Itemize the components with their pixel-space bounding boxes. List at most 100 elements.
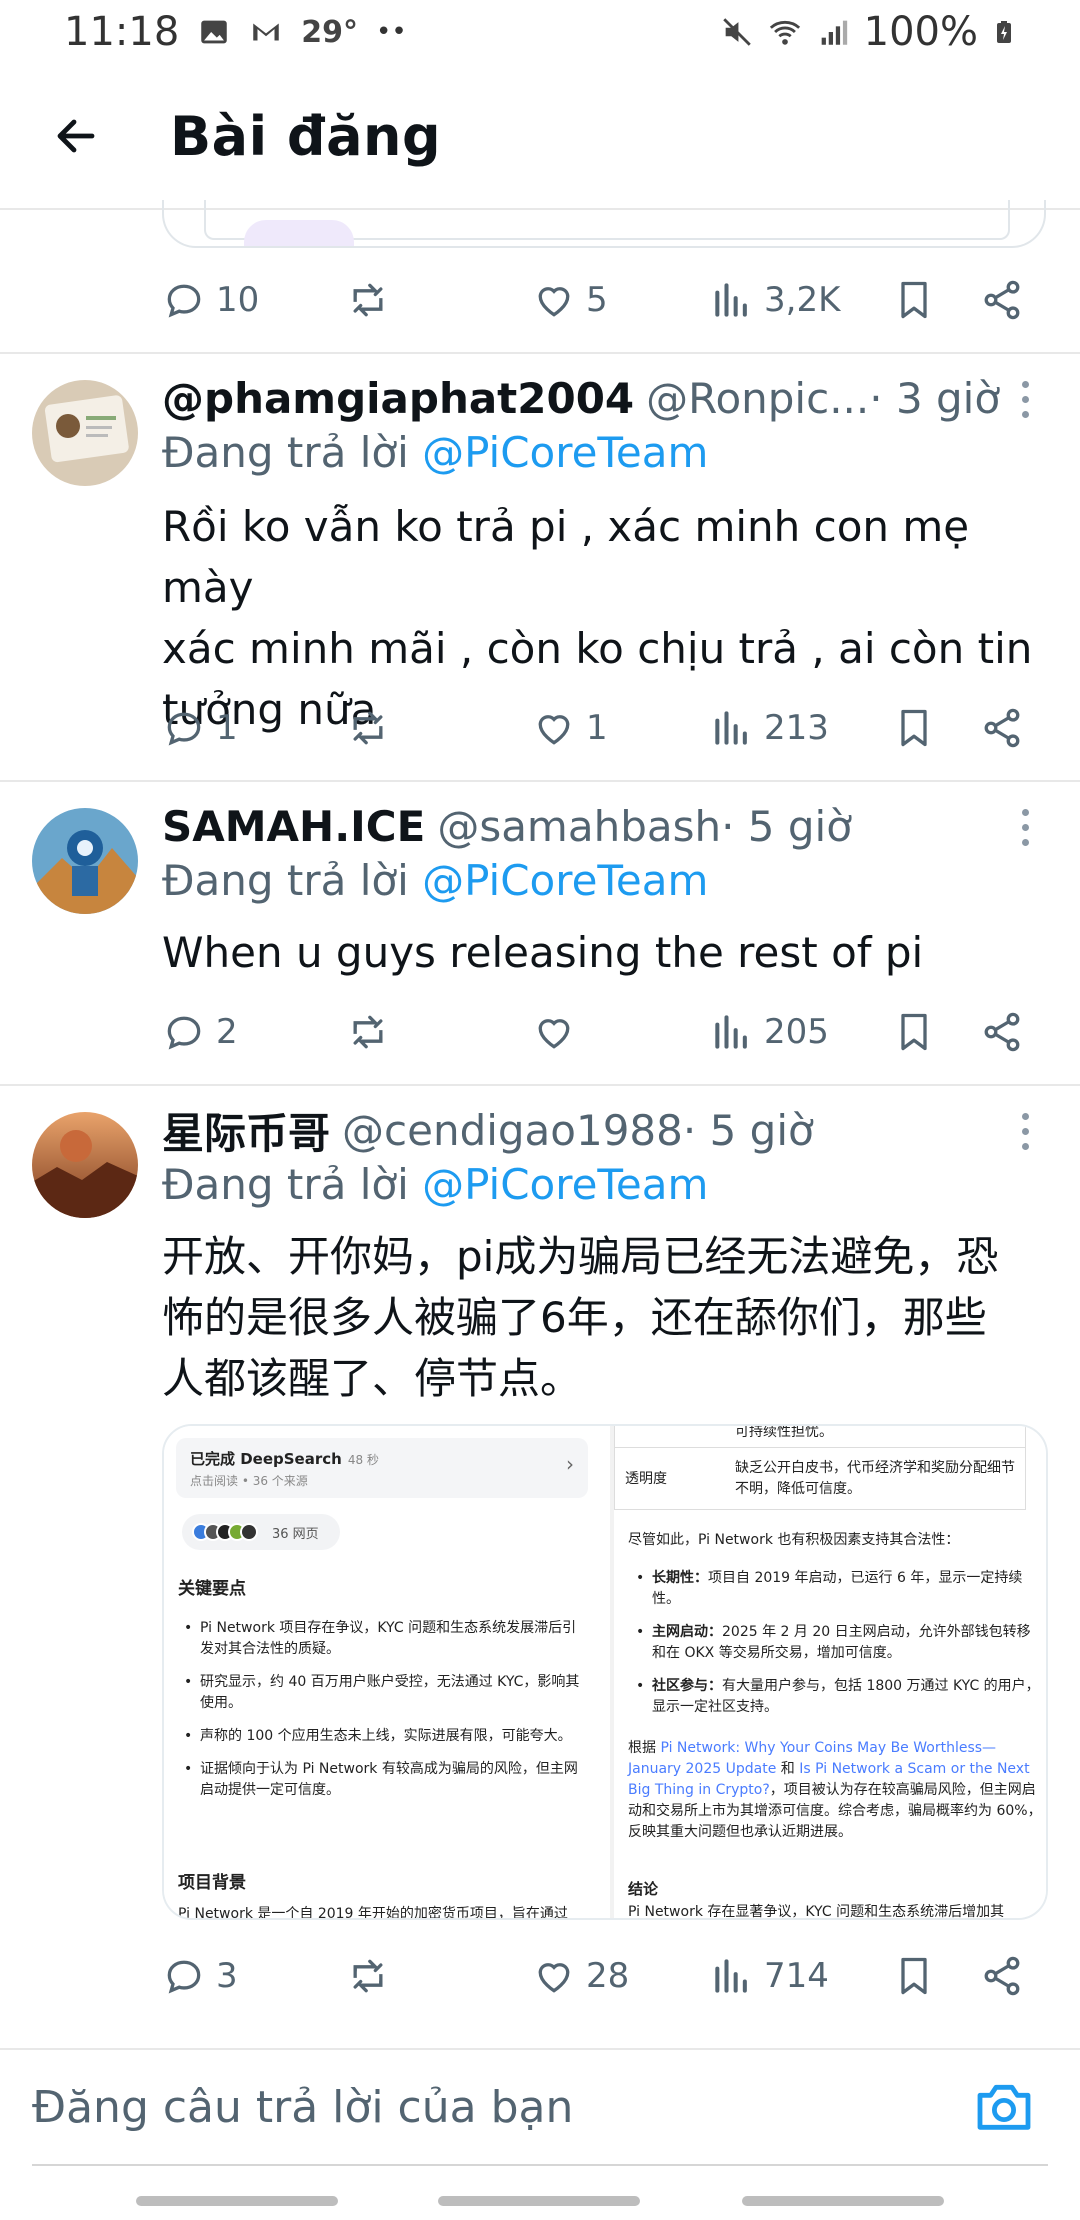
share-button[interactable] bbox=[980, 1010, 1024, 1054]
retweet-button[interactable] bbox=[346, 1954, 390, 1998]
reply-button[interactable]: 3 bbox=[162, 1954, 238, 1998]
share-button[interactable] bbox=[980, 278, 1024, 322]
paragraph-text: 和 bbox=[776, 1761, 800, 1777]
signal-icon bbox=[821, 20, 847, 45]
back-button[interactable] bbox=[36, 96, 116, 176]
divider bbox=[0, 780, 1080, 782]
status-more-dots: •• bbox=[376, 17, 407, 47]
status-time: 11:18 bbox=[64, 9, 180, 55]
like-count: 1 bbox=[586, 708, 608, 748]
bookmark-button[interactable] bbox=[892, 278, 936, 322]
tweet-text-line: 开放、开你妈，pi成为骗局已经无法避免，恐 bbox=[162, 1232, 999, 1281]
list-item-bold: 长期性： bbox=[652, 1570, 708, 1586]
bar-chart-icon bbox=[715, 1015, 747, 1049]
reply-composer: Đăng câu trả lời của bạn bbox=[0, 2048, 1080, 2166]
tweet-text-line: When u guys releasing the rest of pi bbox=[162, 928, 924, 977]
tweet-text-line: 怖的是很多人被骗了6年，还在舔你们，那些 bbox=[162, 1293, 987, 1342]
list-item-bold: 主网启动： bbox=[652, 1624, 722, 1640]
source-dot bbox=[240, 1523, 258, 1541]
camera-button[interactable] bbox=[972, 2074, 1036, 2138]
paragraph: 根据 Pi Network: Why Your Coins May Be Wor… bbox=[628, 1738, 1042, 1843]
tweet-text: When u guys releasing the rest of pi bbox=[162, 922, 1052, 983]
author-name[interactable]: SAMAH.ICE bbox=[162, 802, 425, 851]
previous-tweet-media[interactable] bbox=[162, 200, 1046, 248]
positives-list: 长期性：项目自 2019 年启动，已运行 6 年，显示一定持续性。 主网启动：2… bbox=[628, 1568, 1042, 1730]
more-options-button[interactable] bbox=[1010, 802, 1040, 852]
share-icon bbox=[984, 280, 1020, 320]
share-icon bbox=[984, 1956, 1020, 1996]
reply-icon bbox=[167, 712, 201, 746]
reply-input[interactable]: Đăng câu trả lời của bạn bbox=[32, 2050, 932, 2164]
status-battery-percent: 100% bbox=[863, 9, 978, 55]
retweet-icon bbox=[353, 283, 383, 317]
like-button[interactable] bbox=[532, 1010, 586, 1054]
view-count: 205 bbox=[764, 1012, 829, 1052]
reply-button[interactable]: 2 bbox=[162, 1010, 238, 1054]
author-name[interactable]: 星际币哥 bbox=[162, 1100, 330, 1160]
tweet-time: · 5 giờ bbox=[721, 801, 852, 851]
like-button[interactable]: 28 bbox=[532, 1954, 629, 1998]
chevron-right-icon: › bbox=[566, 1452, 574, 1476]
like-button[interactable]: 5 bbox=[532, 278, 608, 322]
more-options-button[interactable] bbox=[1010, 374, 1040, 424]
camera-icon bbox=[977, 2084, 1031, 2130]
more-options-button[interactable] bbox=[1010, 1106, 1040, 1156]
deepsearch-time: 48 秒 bbox=[347, 1453, 379, 1467]
bar-chart-icon bbox=[715, 711, 747, 745]
mention-link[interactable]: @PiCoreTeam bbox=[422, 856, 708, 905]
list-item-text: 项目自 2019 年启动，已运行 6 年，显示一定持续性。 bbox=[652, 1570, 1023, 1607]
arrow-left-icon bbox=[57, 119, 95, 153]
avatar[interactable] bbox=[32, 380, 138, 486]
battery-charging-icon bbox=[997, 21, 1011, 43]
share-button[interactable] bbox=[980, 706, 1024, 750]
avatar[interactable] bbox=[32, 1112, 138, 1218]
views-button[interactable]: 213 bbox=[710, 706, 829, 750]
author-handle[interactable]: @samahbash bbox=[437, 802, 721, 851]
media-image-left[interactable]: 已完成 DeepSearch 48 秒 点击阅读 • 36 个来源 › 36 网页… bbox=[164, 1426, 600, 1918]
retweet-icon bbox=[353, 1959, 383, 1993]
deepsearch-card: 已完成 DeepSearch 48 秒 点击阅读 • 36 个来源 › bbox=[176, 1438, 588, 1498]
like-button[interactable]: 1 bbox=[532, 706, 608, 750]
status-bar: 11:18 29° •• 100% bbox=[0, 0, 1080, 64]
bookmark-button[interactable] bbox=[892, 1954, 936, 1998]
retweet-button[interactable] bbox=[346, 278, 390, 322]
nav-home-button[interactable] bbox=[438, 2196, 640, 2206]
bookmark-button[interactable] bbox=[892, 706, 936, 750]
author-handle[interactable]: @Ronpic... bbox=[646, 374, 869, 423]
nav-back-button[interactable] bbox=[742, 2196, 944, 2206]
heart-icon bbox=[538, 1019, 570, 1049]
mention-link[interactable]: @PiCoreTeam bbox=[422, 1160, 708, 1209]
views-button[interactable]: 3,2K bbox=[710, 278, 840, 322]
list-item: 证据倾向于认为 Pi Network 有较高成为骗局的风险，但主网启动提供一定可… bbox=[178, 1759, 590, 1801]
list-item: 长期性：项目自 2019 年启动，已运行 6 年，显示一定持续性。 bbox=[628, 1568, 1042, 1610]
list-item: 声称的 100 个应用生态未上线，实际进展有限，可能夸大。 bbox=[178, 1726, 590, 1747]
views-button[interactable]: 714 bbox=[710, 1954, 829, 1998]
nav-recents-button[interactable] bbox=[136, 2196, 338, 2206]
section-heading: 结论 bbox=[628, 1880, 659, 1898]
list-item: 社区参与：有大量用户参与，包括 1800 万通过 KYC 的用户，显示一定社区支… bbox=[628, 1676, 1042, 1718]
replying-to-label: Đang trả lời bbox=[162, 856, 423, 905]
author-handle[interactable]: @cendigao1988 bbox=[342, 1106, 683, 1155]
reply-button[interactable]: 10 bbox=[162, 278, 259, 322]
author-name[interactable]: @phamgiaphat2004 bbox=[162, 374, 634, 423]
views-button[interactable]: 205 bbox=[710, 1010, 829, 1054]
key-points-list: Pi Network 项目存在争议，KYC 问题和生态系统发展滞后引发对其合法性… bbox=[178, 1618, 590, 1813]
retweet-button[interactable] bbox=[346, 1010, 390, 1054]
media-image-right[interactable]: 可持续性担忧。 透明度 缺乏公开白皮书，代币经济学和奖励分配细节不明，降低可信度… bbox=[610, 1426, 1046, 1918]
mention-link[interactable]: @PiCoreTeam bbox=[422, 428, 708, 477]
list-item: Pi Network 项目存在争议，KYC 问题和生态系统发展滞后引发对其合法性… bbox=[178, 1618, 590, 1660]
composer-underline bbox=[32, 2164, 1048, 2166]
bookmark-icon bbox=[901, 1957, 927, 1995]
reply-count: 10 bbox=[216, 280, 260, 320]
bar-chart-icon bbox=[715, 283, 747, 317]
avatar[interactable] bbox=[32, 808, 138, 914]
share-button[interactable] bbox=[980, 1954, 1024, 1998]
previous-tweet-thumbnail bbox=[244, 220, 354, 246]
reply-button[interactable]: 1 bbox=[162, 706, 238, 750]
retweet-button[interactable] bbox=[346, 706, 390, 750]
gmail-icon bbox=[253, 23, 280, 41]
tweet-media[interactable]: 已完成 DeepSearch 48 秒 点击阅读 • 36 个来源 › 36 网页… bbox=[162, 1424, 1048, 1920]
top-app-bar: Bài đăng bbox=[0, 64, 1080, 210]
table-cell: 透明度 bbox=[625, 1471, 667, 1487]
bookmark-button[interactable] bbox=[892, 1010, 936, 1054]
